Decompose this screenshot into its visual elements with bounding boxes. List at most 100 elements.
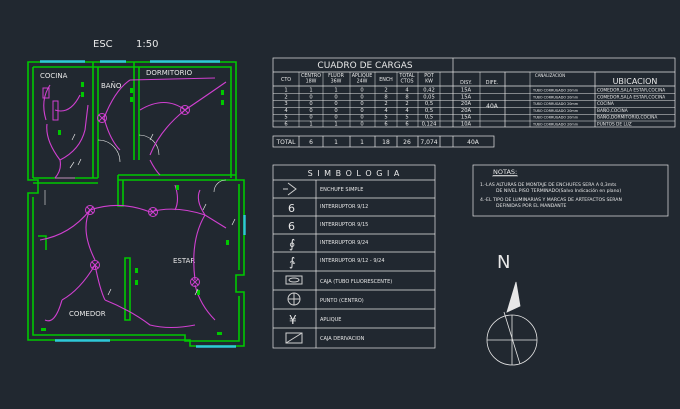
symbology-label: INTERRUPTOR 9/24 [320,240,368,246]
load-table-cell-ench: 4 [384,108,388,114]
load-table-cell-ubic: BAÑO,COCINA [597,107,628,114]
load-table-cell-centro: 0 [309,101,312,107]
symbol-icons: 6 6 ∮ ∱ ¥ [283,182,303,344]
load-table-cell-disy: 10A [461,122,472,128]
load-table-cell-aplique: 0 [360,115,363,121]
load-table-header: DISY. [460,80,472,86]
north-arrow-needle [506,281,521,313]
load-table-header: ENCH [379,77,393,83]
plan-switches [69,133,236,296]
load-table-cell-aplique: 0 [360,122,363,128]
symbology-table: S I M B O L O G I A 6 6 ∮ ∱ ¥ ENCHUFE SI… [272,164,436,349]
load-table-cell-pot: 0,5 [425,108,433,114]
load-table-cell-centro: 0 [309,94,312,100]
load-table-cell-ubic: PUNTOS DE LUZ [597,122,632,128]
load-table-cell-total: 2 [405,101,408,107]
load-table-header-line: DISY. [460,80,472,86]
load-table-cell-disy: 15A [461,115,472,121]
load-table-cell-pot: 0,42 [423,88,435,94]
load-table-cell-total: 4 [405,108,409,114]
load-table-cell-ubic: COCINA [597,101,614,107]
load-table-header-line: CANALIZACION [535,73,565,78]
symbology-title: S I M B O L O G I A [308,169,401,178]
load-table-cell-fluor: 1 [334,88,337,94]
plan-windows [40,60,246,348]
symbology-label: CAJA (TUBO FLUORESCENTE) [320,279,392,285]
load-table-cell-ench: 5 [384,115,387,121]
load-table-header-line: 24W [357,79,368,85]
load-table-header-line: KW [425,79,433,85]
load-table-header: CANALIZACION [535,73,565,78]
load-table-total-ench: 18 [382,139,390,146]
symbology-label: CAJA DERIVACION [320,336,365,342]
load-table-cell-aplique: 0 [360,88,363,94]
load-table-cell-canal: TUBO CORRUGADO 20mm [532,89,579,93]
load-table-cell-cto: 3 [284,101,287,107]
load-table-cell-total: 5 [405,115,408,121]
floor-plan: ESC 1:50 COCINA BAÑO DORMITORIO ESTAR CO… [27,39,246,348]
switch-9-15-icon: 6 [288,220,295,233]
load-table-header: DIFE. [486,80,498,86]
load-table: CUADRO DE CARGAS CTO CENTRO 18W FLUOR 36W APL… [272,57,676,148]
load-table-cell-total: 6 [405,122,408,128]
load-table-cell-fluor: 0 [334,94,337,100]
switch-9-24-icon: ∮ [289,237,295,251]
load-table-cell-ubic: COMEDOR,SALA ESTAR,COCINA [597,94,665,100]
load-table-header-line: FLUOR [328,73,344,79]
load-table-header-line: UBICACION [613,77,658,86]
load-table-header-line: 18W [306,79,317,85]
load-table-cell-cto: 1 [284,88,287,94]
load-table-cell-aplique: 0 [360,108,363,114]
load-table-cell-ubic: BAÑO,DORMITORIO,COCINA [597,114,657,121]
switch-9-12-9-24-icon: ∱ [289,255,296,269]
load-table-cell-centro: 1 [309,88,312,94]
load-table-header-line: 36W [331,79,342,85]
switch-9-12-icon: 6 [288,202,295,215]
symbology-label: INTERRUPTOR 9/12 - 9/24 [320,258,385,264]
load-table-cell-centro: 0 [309,115,312,121]
scale-label: ESC [93,39,113,50]
load-table-title: CUADRO DE CARGAS [317,61,412,71]
load-table-cell-centro: 1 [309,122,312,128]
symbology-label: INTERRUPTOR 9/12 [320,204,368,210]
load-table-cell-pot: 0,5 [425,101,433,107]
load-table-total-label: TOTAL [275,139,296,146]
load-table-cell-pot: 0,124 [422,122,438,128]
load-table-cell-fluor: 1 [334,122,337,128]
load-table-header: POT KW [424,73,434,85]
load-table-header-line: ENCH [379,77,393,83]
north-label: N [497,252,510,273]
symbology-label: ENCHUFE SIMPLE [320,187,363,193]
scale-value: 1:50 [136,39,158,50]
load-table-total-fluor: 1 [334,139,338,146]
room-label-dormitorio: DORMITORIO [146,69,193,77]
load-table-diferencial: 40A [486,103,499,110]
load-table-cell-ench: 2 [384,88,387,94]
load-table-cell-ubic: COMEDOR,SALA ESTAR,COCINA [597,88,665,94]
room-label-comedor: COMEDOR [69,310,106,318]
outlet-icon [283,182,297,196]
load-table-cell-canal: TUBO CORRUGADO 20mm [532,116,579,120]
load-table-header: APLIQUE 24W [352,73,373,85]
load-table-cell-pot: 0,05 [423,94,435,100]
north-arrow: N [486,252,538,366]
load-table-cell-cto: 5 [284,115,287,121]
load-table-cell-ench: 6 [384,122,387,128]
load-table-header-line: CTO [281,77,291,83]
junction-box-icon [285,332,303,344]
load-table-header-line: CTOS [400,79,413,85]
load-table-total-pot: 7,074 [420,139,437,146]
load-table-cell-total: 8 [405,94,408,100]
load-table-cell-disy: 15A [461,88,472,94]
load-table-total-centro: 6 [309,139,313,146]
load-table-cell-canal: TUBO CORRUGADO 20mm [532,102,579,106]
load-table-cell-disy: 20A [461,101,472,107]
room-label-estar: ESTAR [173,257,195,265]
symbology-label: APLIQUE [320,317,341,323]
load-table-cell-fluor: 0 [334,108,337,114]
load-table-cell-canal: TUBO CORRUGADO 20mm [532,109,579,113]
symbology-label: INTERRUPTOR 9/15 [320,222,368,228]
load-table-cell-cto: 4 [284,108,288,114]
load-table-header-line: POT [424,73,434,79]
load-table-header: CENTRO 18W [301,73,321,85]
